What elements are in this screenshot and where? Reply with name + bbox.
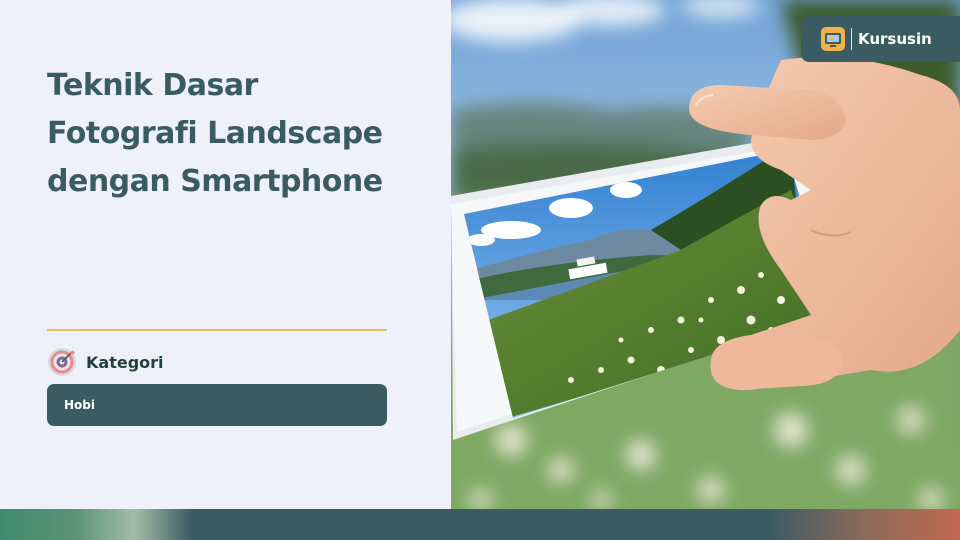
target-icon <box>48 348 76 376</box>
category-value-label: Hobi <box>64 398 95 412</box>
page-title: Teknik Dasar Fotografi Landscape dengan … <box>47 62 437 206</box>
category-value: Hobi <box>47 384 387 426</box>
category-header: Kategori <box>47 346 164 378</box>
title-line-1: Teknik Dasar <box>47 68 258 103</box>
brand-badge[interactable]: Kursusin <box>801 16 960 62</box>
smartphone-landscape-illustration <box>451 0 960 509</box>
hero-photo <box>451 0 960 509</box>
footer-bar <box>0 509 960 540</box>
category-heading: Kategori <box>86 352 164 372</box>
kursusin-logo-icon <box>821 27 845 51</box>
left-panel: Teknik Dasar Fotografi Landscape dengan … <box>0 0 451 509</box>
title-line-2: Fotografi Landscape <box>47 116 383 151</box>
brand-name: Kursusin <box>858 30 932 48</box>
divider <box>47 329 387 331</box>
brand-divider <box>851 28 852 50</box>
title-line-3: dengan Smartphone <box>47 164 383 199</box>
